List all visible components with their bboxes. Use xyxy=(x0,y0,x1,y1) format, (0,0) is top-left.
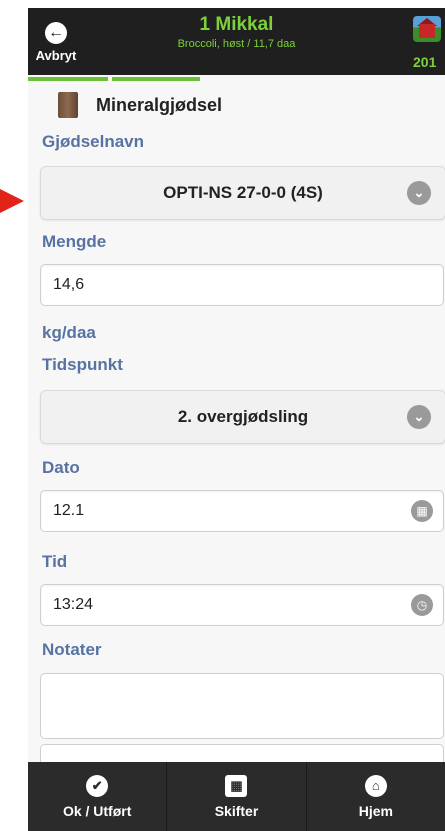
progress-segment-2 xyxy=(112,77,200,81)
amount-input[interactable]: 14,6 xyxy=(40,264,444,306)
fertilizer-bag-icon xyxy=(58,92,78,118)
cancel-label: Avbryt xyxy=(35,47,77,63)
pointer-arrow xyxy=(0,189,24,213)
ok-button[interactable]: ✔ Ok / Utført xyxy=(28,762,168,831)
home-label: Hjem xyxy=(358,802,393,819)
farm-barn-icon xyxy=(413,16,441,42)
time-label: Tid xyxy=(42,552,68,571)
fields-label: Skifter xyxy=(214,802,259,819)
unit-label: kg/daa xyxy=(42,323,96,342)
app-screen: ← Avbryt 1 Mikkal Broccoli, høst / 11,7 … xyxy=(28,0,445,831)
timing-label: Tidspunkt xyxy=(42,355,123,374)
notes-label: Notater xyxy=(42,640,102,659)
check-icon: ✔ xyxy=(86,774,109,797)
clock-icon[interactable]: ◷ xyxy=(411,594,433,616)
bottom-toolbar: ✔ Ok / Utført ▦ Skifter ⌂ Hjem xyxy=(28,762,445,831)
page-subtitle: Broccoli, høst / 11,7 daa xyxy=(177,38,296,50)
progress-bar xyxy=(28,75,445,81)
page-title: 1 Mikkal xyxy=(199,14,274,35)
grid-icon: ▦ xyxy=(225,774,248,797)
page-title-block: 1 Mikkal Broccoli, høst / 11,7 daa xyxy=(98,14,375,50)
ok-label: Ok / Utført xyxy=(62,802,132,819)
amount-value: 14,6 xyxy=(53,276,85,293)
fertilizer-label: Gjødselnavn xyxy=(42,132,145,151)
calendar-icon[interactable]: ▦ xyxy=(411,500,433,522)
home-button[interactable]: ⌂ Hjem xyxy=(307,762,445,831)
fields-button[interactable]: ▦ Skifter xyxy=(167,762,307,831)
time-input[interactable]: 13:24 ◷ xyxy=(40,584,444,626)
progress-segment-1 xyxy=(28,77,108,81)
section-title: Mineralgjødsel xyxy=(96,94,223,115)
time-value: 13:24 xyxy=(53,596,94,613)
date-value: 12.1 xyxy=(53,502,85,519)
chevron-down-icon: ⌄ xyxy=(407,181,431,205)
date-input[interactable]: 12.1 ▦ xyxy=(40,490,444,532)
timing-value: 2. overgjødsling xyxy=(177,407,309,426)
season-button[interactable]: 201 xyxy=(405,10,445,74)
chevron-down-icon: ⌄ xyxy=(407,405,431,429)
date-label: Dato xyxy=(42,458,80,477)
arrow-left-icon: ← xyxy=(45,21,67,44)
notes-textarea[interactable] xyxy=(40,673,444,739)
season-label: 201 xyxy=(413,54,437,70)
section-header: Mineralgjødsel xyxy=(58,92,222,118)
fertilizer-select[interactable]: OPTI-NS 27-0-0 (4S) ⌄ xyxy=(40,166,445,220)
top-bar: ← Avbryt 1 Mikkal Broccoli, høst / 11,7 … xyxy=(28,0,445,75)
home-icon: ⌂ xyxy=(364,774,387,797)
status-strip xyxy=(28,0,445,8)
cancel-button[interactable]: ← Avbryt xyxy=(28,10,84,74)
fertilizer-value: OPTI-NS 27-0-0 (4S) xyxy=(163,183,323,202)
timing-select[interactable]: 2. overgjødsling ⌄ xyxy=(40,390,445,444)
amount-label: Mengde xyxy=(42,232,107,251)
